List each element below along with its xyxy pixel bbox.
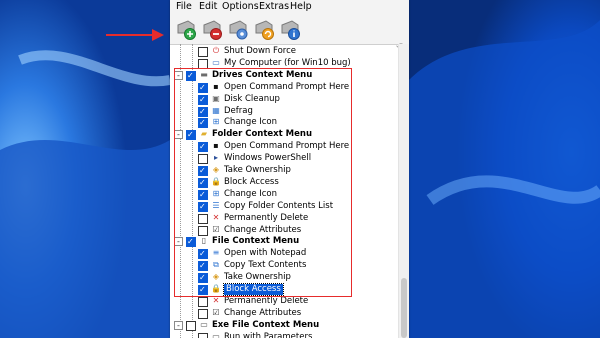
toolbar: ↶	[170, 14, 409, 53]
item-checkbox[interactable]	[198, 296, 208, 307]
highlight-box-annotation	[174, 68, 352, 297]
menu-bar: File Edit Options Extras Help	[170, 0, 409, 14]
tree-group-row[interactable]: - ▭ Exe File Context Menu	[170, 320, 400, 331]
scrollbar-thumb[interactable]	[401, 278, 407, 338]
tree-item-label: Run with Parameters	[224, 331, 313, 338]
tree-item-row[interactable]: ⏻ Shut Down Force	[170, 46, 400, 57]
menu-file[interactable]: File	[176, 2, 192, 12]
vertical-scrollbar[interactable]	[398, 44, 409, 338]
power-icon: ⏻	[212, 46, 220, 55]
item-checkbox[interactable]	[186, 320, 196, 331]
tree-item-label: Exe File Context Menu	[212, 319, 320, 330]
menu-options[interactable]: Options	[222, 2, 259, 12]
add-item-icon[interactable]	[174, 17, 198, 41]
tree-item-row[interactable]: ☑ Change Attributes	[170, 308, 400, 319]
tree-item-label: Permanently Delete	[224, 295, 309, 306]
tree-item-row[interactable]: ▭ Run with Parameters	[170, 332, 400, 338]
computer-icon: ▭	[212, 57, 220, 67]
exe-icon: ▭	[212, 331, 220, 338]
item-checkbox[interactable]	[198, 47, 208, 57]
red-arrow-annotation	[106, 29, 164, 41]
item-checkbox[interactable]	[198, 332, 208, 338]
attributes-icon: ☑	[212, 307, 220, 317]
menu-help[interactable]: Help	[290, 2, 312, 12]
menu-extras[interactable]: Extras	[259, 2, 289, 12]
tree-item-label: Change Attributes	[224, 307, 302, 318]
tree-item-row[interactable]: ✕ Permanently Delete	[170, 296, 400, 307]
settings-icon[interactable]	[226, 17, 250, 41]
delete-x-icon: ✕	[212, 295, 220, 305]
item-checkbox[interactable]	[198, 308, 208, 319]
remove-item-icon[interactable]	[200, 17, 224, 41]
info-icon[interactable]	[278, 17, 302, 41]
refresh-icon[interactable]	[252, 17, 276, 41]
collapse-toggle-icon[interactable]: -	[174, 320, 183, 330]
tree-item-label: Shut Down Force	[224, 46, 296, 56]
menu-edit[interactable]: Edit	[199, 2, 217, 12]
exe-icon: ▭	[200, 319, 208, 329]
